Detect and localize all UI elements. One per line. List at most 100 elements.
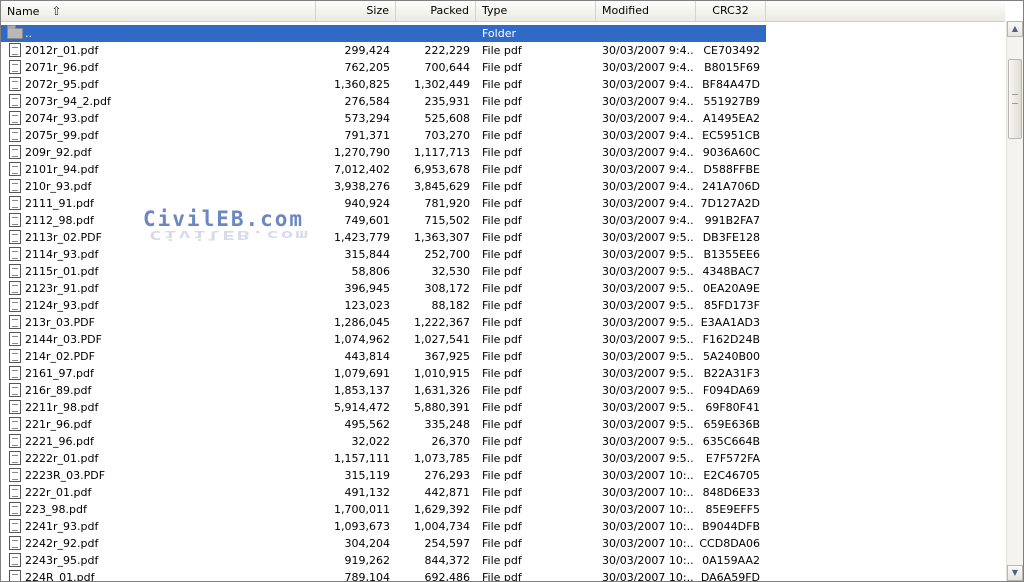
file-row[interactable]: 221r_96.pdf 495,562 335,248 File pdf 30/03/2…	[1, 416, 1005, 433]
file-modified: 30/03/2007 9:4...	[602, 44, 694, 57]
file-size: 789,104	[344, 571, 391, 582]
file-type: File pdf	[482, 248, 522, 261]
file-modified: 30/03/2007 9:4...	[602, 61, 694, 74]
file-name: 2114r_93.pdf	[25, 248, 99, 261]
file-name: 2075r_99.pdf	[25, 129, 99, 142]
file-row[interactable]: 216r_89.pdf 1,853,137 1,631,326 File pdf 30/…	[1, 382, 1005, 399]
file-row[interactable]: 2242r_92.pdf 304,204 254,597 File pdf 30/03/…	[1, 535, 1005, 552]
file-row[interactable]: 2072r_95.pdf 1,360,825 1,302,449 File pdf 30…	[1, 76, 1005, 93]
file-row[interactable]: 2074r_93.pdf 573,294 525,608 File pdf 30/03/…	[1, 110, 1005, 127]
file-row[interactable]: 224R_01.pdf 789,104 692,486 File pdf 30/03/2…	[1, 569, 1005, 582]
file-row[interactable]: 209r_92.pdf 1,270,790 1,117,713 File pdf 30/…	[1, 144, 1005, 161]
file-size: 573,294	[344, 112, 391, 125]
file-crc32: E7F572FA	[705, 452, 760, 465]
pdf-file-icon	[9, 43, 21, 57]
file-modified: 30/03/2007 9:5...	[602, 435, 694, 448]
file-row[interactable]: 2221_96.pdf 32,022 26,370 File pdf 30/03/200…	[1, 433, 1005, 450]
file-size: 299,424	[344, 44, 391, 57]
file-size: 1,079,691	[334, 367, 390, 380]
file-name: 2012r_01.pdf	[25, 44, 99, 57]
pdf-file-icon	[9, 298, 21, 312]
vertical-scrollbar[interactable]: ▲ ▼	[1006, 21, 1023, 581]
file-packed-size: 5,880,391	[414, 401, 470, 414]
file-row[interactable]: 223_98.pdf 1,700,011 1,629,392 File pdf 30/0…	[1, 501, 1005, 518]
file-crc32: F162D24B	[702, 333, 760, 346]
file-row[interactable]: 210r_93.pdf 3,938,276 3,845,629 File pdf 30/…	[1, 178, 1005, 195]
file-name: 2124r_93.pdf	[25, 299, 99, 312]
file-row[interactable]: 2112_98.pdf 749,601 715,502 File pdf 30/03/2…	[1, 212, 1005, 229]
file-name: 222r_01.pdf	[25, 486, 92, 499]
file-modified: 30/03/2007 9:4...	[602, 163, 694, 176]
pdf-file-icon	[9, 230, 21, 244]
file-type: File pdf	[482, 333, 522, 346]
file-packed-size: 235,931	[424, 95, 471, 108]
file-modified: 30/03/2007 10:...	[602, 520, 694, 533]
file-row[interactable]: 2124r_93.pdf 123,023 88,182 File pdf 30/03/2…	[1, 297, 1005, 314]
column-header-crc-label: CRC32	[712, 4, 749, 17]
parent-folder-row[interactable]: .. Folder	[1, 25, 1005, 42]
pdf-file-icon	[9, 349, 21, 363]
column-header-size[interactable]: Size	[316, 1, 396, 21]
file-crc32: 69F80F41	[705, 401, 760, 414]
file-row[interactable]: 2012r_01.pdf 299,424 222,229 File pdf 30/03/…	[1, 42, 1005, 59]
file-row[interactable]: 2073r_94_2.pdf 276,584 235,931 File pdf 30/0…	[1, 93, 1005, 110]
file-modified: 30/03/2007 9:5...	[602, 401, 694, 414]
file-row[interactable]: 2113r_02.PDF 1,423,779 1,363,307 File pdf 30…	[1, 229, 1005, 246]
file-row[interactable]: 2123r_91.pdf 396,945 308,172 File pdf 30/03/…	[1, 280, 1005, 297]
file-row[interactable]: 213r_03.PDF 1,286,045 1,222,367 File pdf 30/…	[1, 314, 1005, 331]
file-packed-size: 88,182	[431, 299, 471, 312]
file-name: 2073r_94_2.pdf	[25, 95, 111, 108]
pdf-file-icon	[9, 553, 21, 567]
column-header-crc[interactable]: CRC32	[696, 1, 766, 21]
file-row[interactable]: 2144r_03.PDF 1,074,962 1,027,541 File pdf 30…	[1, 331, 1005, 348]
file-type: File pdf	[482, 44, 522, 57]
file-size: 491,132	[344, 486, 391, 499]
file-row[interactable]: 2071r_96.pdf 762,205 700,644 File pdf 30/03/…	[1, 59, 1005, 76]
column-header-name[interactable]: Name ⇧	[1, 1, 316, 21]
file-row[interactable]: 2243r_95.pdf 919,262 844,372 File pdf 30/03/…	[1, 552, 1005, 569]
column-header-type[interactable]: Type	[476, 1, 596, 21]
file-row[interactable]: 2211r_98.pdf 5,914,472 5,880,391 File pdf 30…	[1, 399, 1005, 416]
file-type: File pdf	[482, 197, 522, 210]
file-packed-size: 254,597	[424, 537, 471, 550]
file-size: 1,853,137	[334, 384, 390, 397]
file-crc32: 635C664B	[702, 435, 760, 448]
file-row[interactable]: 2223R_03.PDF 315,119 276,293 File pdf 30/03/…	[1, 467, 1005, 484]
file-row[interactable]: 2115r_01.pdf 58,806 32,530 File pdf 30/03/20…	[1, 263, 1005, 280]
file-row[interactable]: 222r_01.pdf 491,132 442,871 File pdf 30/03/2…	[1, 484, 1005, 501]
file-size: 315,844	[344, 248, 391, 261]
file-modified: 30/03/2007 9:4...	[602, 214, 694, 227]
column-header-modified[interactable]: Modified	[596, 1, 696, 21]
file-packed-size: 700,644	[424, 61, 471, 74]
file-row[interactable]: 2111_91.pdf 940,924 781,920 File pdf 30/03/2…	[1, 195, 1005, 212]
file-modified: 30/03/2007 9:5...	[602, 265, 694, 278]
file-row[interactable]: 2241r_93.pdf 1,093,673 1,004,734 File pdf 30…	[1, 518, 1005, 535]
file-type: File pdf	[482, 180, 522, 193]
file-name: 2161_97.pdf	[25, 367, 94, 380]
file-size: 304,204	[344, 537, 391, 550]
file-packed-size: 1,629,392	[414, 503, 470, 516]
pdf-file-icon	[9, 281, 21, 295]
column-header-packed[interactable]: Packed	[396, 1, 476, 21]
file-modified: 30/03/2007 9:5...	[602, 316, 694, 329]
file-modified: 30/03/2007 9:5...	[602, 350, 694, 363]
file-size: 276,584	[344, 95, 391, 108]
file-packed-size: 692,486	[424, 571, 471, 582]
file-modified: 30/03/2007 10:...	[602, 571, 694, 582]
pdf-file-icon	[9, 145, 21, 159]
file-type: File pdf	[482, 486, 522, 499]
file-row[interactable]: 2101r_94.pdf 7,012,402 6,953,678 File pdf 30…	[1, 161, 1005, 178]
file-modified: 30/03/2007 9:4...	[602, 180, 694, 193]
file-row[interactable]: 2222r_01.pdf 1,157,111 1,073,785 File pdf 30…	[1, 450, 1005, 467]
file-size: 762,205	[344, 61, 391, 74]
scroll-down-arrow-icon[interactable]: ▼	[1007, 565, 1023, 581]
file-row[interactable]: 2161_97.pdf 1,079,691 1,010,915 File pdf 30/…	[1, 365, 1005, 382]
scrollbar-thumb[interactable]	[1008, 59, 1022, 139]
scroll-up-arrow-icon[interactable]: ▲	[1007, 21, 1023, 37]
file-modified: 30/03/2007 9:5...	[602, 418, 694, 431]
file-row[interactable]: 214r_02.PDF 443,814 367,925 File pdf 30/03/2…	[1, 348, 1005, 365]
file-packed-size: 32,530	[431, 265, 471, 278]
file-row[interactable]: 2075r_99.pdf 791,371 703,270 File pdf 30/03/…	[1, 127, 1005, 144]
file-modified: 30/03/2007 9:5...	[602, 248, 694, 261]
file-row[interactable]: 2114r_93.pdf 315,844 252,700 File pdf 30/03/…	[1, 246, 1005, 263]
